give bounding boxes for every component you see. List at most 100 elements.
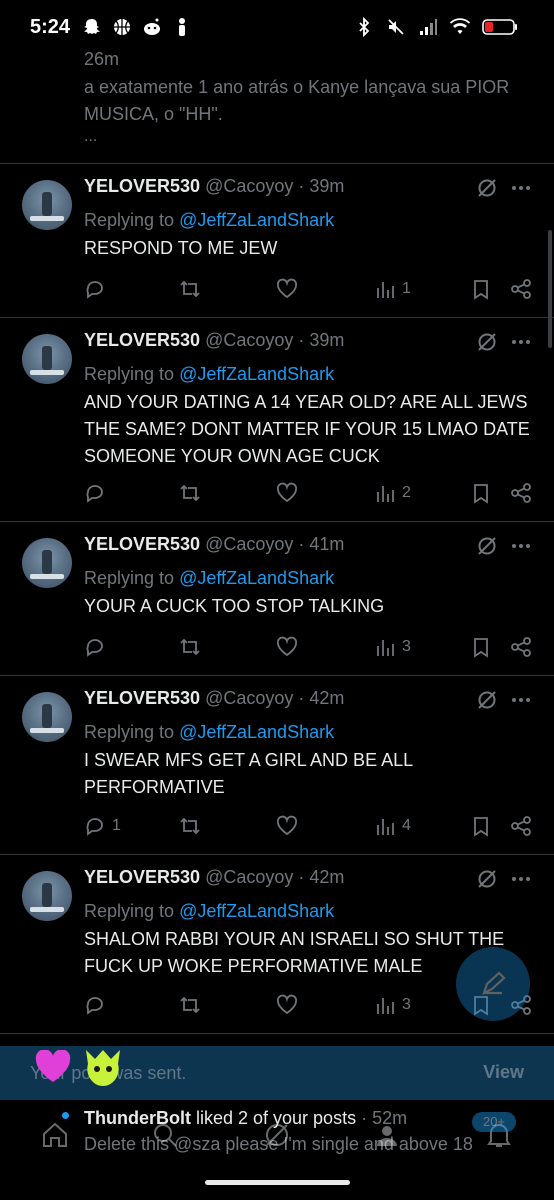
- gesture-home-bar[interactable]: [205, 1180, 350, 1185]
- search-icon[interactable]: [150, 1120, 180, 1150]
- repost-button[interactable]: [179, 994, 201, 1016]
- share-icon: [511, 483, 531, 503]
- reply-icon: [86, 485, 103, 503]
- heart-icon: [276, 815, 298, 836]
- reply-button[interactable]: 1: [84, 815, 121, 837]
- heart-icon: [276, 994, 298, 1015]
- post-text: a exatamente 1 ano atrás o Kanye lançava…: [84, 77, 510, 124]
- like-button[interactable]: [276, 636, 298, 658]
- home-icon[interactable]: [40, 1120, 70, 1150]
- post-text: AND YOUR DATING A 14 YEAR OLD? ARE ALL J…: [84, 392, 530, 466]
- bookmark-button[interactable]: [470, 482, 492, 504]
- share-icon: [511, 637, 531, 657]
- handle-time: @Cacoyoy · 42m: [205, 867, 345, 887]
- share-button[interactable]: [510, 815, 532, 837]
- avatar[interactable]: [22, 538, 72, 588]
- action-bar: 3: [84, 636, 534, 660]
- display-name[interactable]: YELOVER530: [84, 330, 200, 350]
- scrollbar[interactable]: [548, 230, 552, 348]
- green-creature-icon: [86, 1050, 120, 1086]
- communities-icon[interactable]: [372, 1120, 402, 1150]
- repost-button[interactable]: [179, 482, 201, 504]
- compose-button[interactable]: [456, 947, 530, 1021]
- grok-nav-icon[interactable]: [262, 1120, 292, 1150]
- like-button[interactable]: [276, 482, 298, 504]
- reply-post[interactable]: YELOVER530 @Cacoyoy · 41m Replying to @J…: [0, 522, 554, 675]
- bookmark-button[interactable]: [470, 278, 492, 300]
- avatar[interactable]: [22, 180, 72, 230]
- partial-post[interactable]: 26m a exatamente 1 ano atrás o Kanye lan…: [0, 50, 554, 162]
- avatar[interactable]: [22, 334, 72, 384]
- avatar[interactable]: [22, 692, 72, 742]
- repost-button[interactable]: [179, 278, 201, 300]
- signal-icon: [420, 19, 437, 35]
- repost-icon: [180, 996, 200, 1014]
- like-button[interactable]: [276, 994, 298, 1016]
- share-button[interactable]: [510, 636, 532, 658]
- mention-link[interactable]: @JeffZaLandShark: [179, 568, 334, 588]
- reply-button[interactable]: [84, 994, 112, 1016]
- reply-button[interactable]: [84, 482, 112, 504]
- heart-icon: [276, 278, 298, 299]
- repost-icon: [180, 484, 200, 502]
- mention-link[interactable]: @JeffZaLandShark: [179, 722, 334, 742]
- reply-post[interactable]: YELOVER530 @Cacoyoy · 39m Replying to @J…: [0, 164, 554, 318]
- mention-link[interactable]: @JeffZaLandShark: [179, 364, 334, 384]
- notification-count-badge: 20+: [472, 1112, 516, 1132]
- grok-icon[interactable]: [476, 331, 498, 353]
- reply-post[interactable]: YELOVER530 @Cacoyoy · 39m Replying to @J…: [0, 318, 554, 521]
- mention-link[interactable]: @JeffZaLandShark: [179, 210, 334, 230]
- toast-view-button[interactable]: View: [483, 1062, 524, 1083]
- repost-icon: [180, 638, 200, 656]
- views-icon: [377, 998, 394, 1014]
- share-button[interactable]: [510, 278, 532, 300]
- wifi-icon: [450, 18, 470, 34]
- views-icon: [377, 282, 394, 298]
- more-options-icon[interactable]: [510, 535, 532, 557]
- repost-icon: [180, 280, 200, 298]
- display-name[interactable]: YELOVER530: [84, 867, 200, 887]
- more-options-icon[interactable]: [510, 331, 532, 353]
- replying-to: Replying to @JeffZaLandShark: [84, 210, 335, 230]
- views-button[interactable]: 2: [374, 482, 411, 504]
- basketball-icon: [114, 19, 130, 35]
- views-button[interactable]: 3: [374, 636, 411, 658]
- display-name[interactable]: YELOVER530: [84, 688, 200, 708]
- like-button[interactable]: [276, 278, 298, 300]
- more-options-icon[interactable]: [510, 868, 532, 890]
- grok-icon[interactable]: [476, 689, 498, 711]
- repost-button[interactable]: [179, 815, 201, 837]
- reply-icon: [86, 639, 103, 657]
- reply-button[interactable]: [84, 278, 112, 300]
- grok-icon[interactable]: [476, 535, 498, 557]
- views-icon: [377, 640, 394, 656]
- repost-button[interactable]: [179, 636, 201, 658]
- mention-link[interactable]: @JeffZaLandShark: [179, 901, 334, 921]
- status-time: 5:24: [30, 16, 71, 38]
- more-options-icon[interactable]: [510, 689, 532, 711]
- reddit-icon: [144, 18, 160, 35]
- display-name[interactable]: YELOVER530: [84, 176, 200, 196]
- display-name[interactable]: YELOVER530: [84, 534, 200, 554]
- action-bar: 1: [84, 278, 534, 302]
- bookmark-button[interactable]: [470, 815, 492, 837]
- reply-icon: [86, 997, 103, 1015]
- share-button[interactable]: [510, 482, 532, 504]
- replying-to: Replying to @JeffZaLandShark: [84, 901, 335, 921]
- more-options-icon[interactable]: [510, 177, 532, 199]
- reply-post[interactable]: YELOVER530 @Cacoyoy · 42m Replying to @J…: [0, 676, 554, 854]
- views-button[interactable]: 1: [374, 278, 411, 300]
- grok-icon[interactable]: [476, 177, 498, 199]
- bookmark-button[interactable]: [470, 636, 492, 658]
- bookmark-icon: [474, 638, 488, 658]
- like-button[interactable]: [276, 815, 298, 837]
- reply-button[interactable]: [84, 636, 112, 658]
- views-button[interactable]: 4: [374, 815, 411, 837]
- more-indicator: ...: [84, 128, 98, 145]
- bookmark-icon: [474, 280, 488, 300]
- avatar[interactable]: [22, 871, 72, 921]
- views-button[interactable]: 3: [374, 994, 411, 1016]
- repost-icon: [180, 817, 200, 835]
- handle-time: @Cacoyoy · 41m: [205, 534, 345, 554]
- grok-icon[interactable]: [476, 868, 498, 890]
